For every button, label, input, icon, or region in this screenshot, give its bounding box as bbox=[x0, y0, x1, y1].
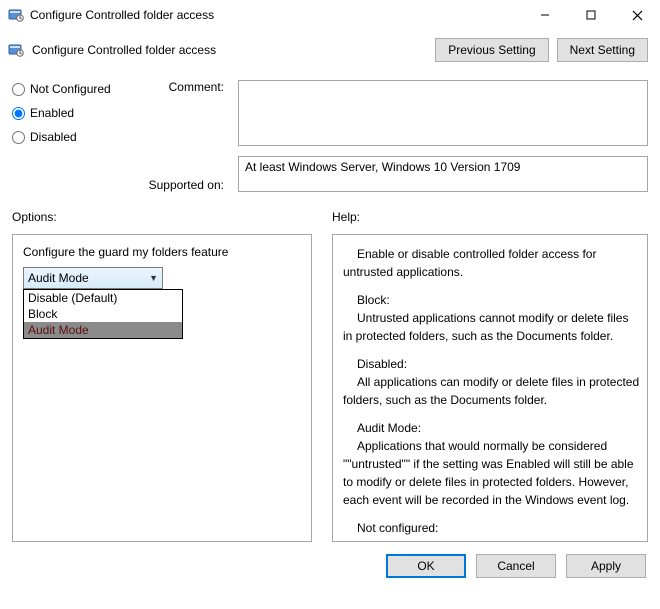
help-nc-heading: Not configured: bbox=[343, 519, 641, 537]
help-disabled-heading: Disabled: bbox=[343, 355, 641, 373]
close-button[interactable] bbox=[614, 0, 660, 30]
page-title: Configure Controlled folder access bbox=[32, 43, 216, 57]
apply-button[interactable]: Apply bbox=[566, 554, 646, 578]
ok-button[interactable]: OK bbox=[386, 554, 466, 578]
radio-enabled[interactable]: Enabled bbox=[12, 106, 136, 120]
supported-on-text: At least Windows Server, Windows 10 Vers… bbox=[238, 156, 648, 192]
next-setting-button[interactable]: Next Setting bbox=[557, 38, 648, 62]
cancel-button[interactable]: Cancel bbox=[476, 554, 556, 578]
field-labels: Comment: Supported on: bbox=[146, 80, 228, 192]
help-audit-heading: Audit Mode: bbox=[343, 419, 641, 437]
radio-not-configured-label: Not Configured bbox=[30, 82, 111, 96]
header-row: Configure Controlled folder access Previ… bbox=[0, 30, 660, 68]
state-radios: Not Configured Enabled Disabled bbox=[12, 80, 136, 192]
dropdown-item-block[interactable]: Block bbox=[24, 306, 182, 322]
radio-not-configured[interactable]: Not Configured bbox=[12, 82, 136, 96]
options-label: Options: bbox=[12, 210, 312, 224]
help-label: Help: bbox=[332, 210, 648, 224]
policy-icon bbox=[8, 42, 24, 58]
help-panel[interactable]: Enable or disable controlled folder acce… bbox=[332, 234, 648, 542]
help-block-heading: Block: bbox=[343, 291, 641, 309]
chevron-down-icon: ▼ bbox=[149, 273, 158, 283]
state-area: Not Configured Enabled Disabled Comment:… bbox=[0, 68, 660, 196]
title-bar: Configure Controlled folder access bbox=[0, 0, 660, 30]
dropdown-item-disable[interactable]: Disable (Default) bbox=[24, 290, 182, 306]
radio-enabled-label: Enabled bbox=[30, 106, 74, 120]
option-field-label: Configure the guard my folders feature bbox=[23, 245, 301, 259]
supported-on-label: Supported on: bbox=[149, 178, 224, 192]
help-nc-body: Same as Disabled. bbox=[357, 539, 458, 542]
comment-label: Comment: bbox=[169, 80, 224, 94]
radio-disabled[interactable]: Disabled bbox=[12, 130, 136, 144]
options-panel: Configure the guard my folders feature A… bbox=[12, 234, 312, 542]
dropdown-item-audit[interactable]: Audit Mode bbox=[24, 322, 182, 338]
help-disabled-body: All applications can modify or delete fi… bbox=[343, 375, 639, 407]
supported-on-value: At least Windows Server, Windows 10 Vers… bbox=[245, 160, 520, 174]
dialog-footer: OK Cancel Apply bbox=[0, 542, 660, 590]
combobox-value: Audit Mode bbox=[28, 271, 149, 285]
previous-setting-button[interactable]: Previous Setting bbox=[435, 38, 548, 62]
help-intro: Enable or disable controlled folder acce… bbox=[343, 245, 641, 281]
minimize-button[interactable] bbox=[522, 0, 568, 30]
help-block-body: Untrusted applications cannot modify or … bbox=[343, 311, 628, 343]
policy-icon bbox=[8, 7, 24, 23]
window-title: Configure Controlled folder access bbox=[30, 8, 522, 22]
guard-mode-combobox[interactable]: Audit Mode ▼ Disable (Default) Block Aud… bbox=[23, 267, 163, 289]
comment-input[interactable] bbox=[238, 80, 648, 146]
help-audit-body: Applications that would normally be cons… bbox=[343, 439, 634, 507]
radio-disabled-label: Disabled bbox=[30, 130, 77, 144]
field-values: At least Windows Server, Windows 10 Vers… bbox=[238, 80, 648, 192]
maximize-button[interactable] bbox=[568, 0, 614, 30]
combobox-dropdown: Disable (Default) Block Audit Mode bbox=[23, 289, 183, 339]
panels: Configure the guard my folders feature A… bbox=[0, 226, 660, 542]
section-labels: Options: Help: bbox=[0, 196, 660, 226]
